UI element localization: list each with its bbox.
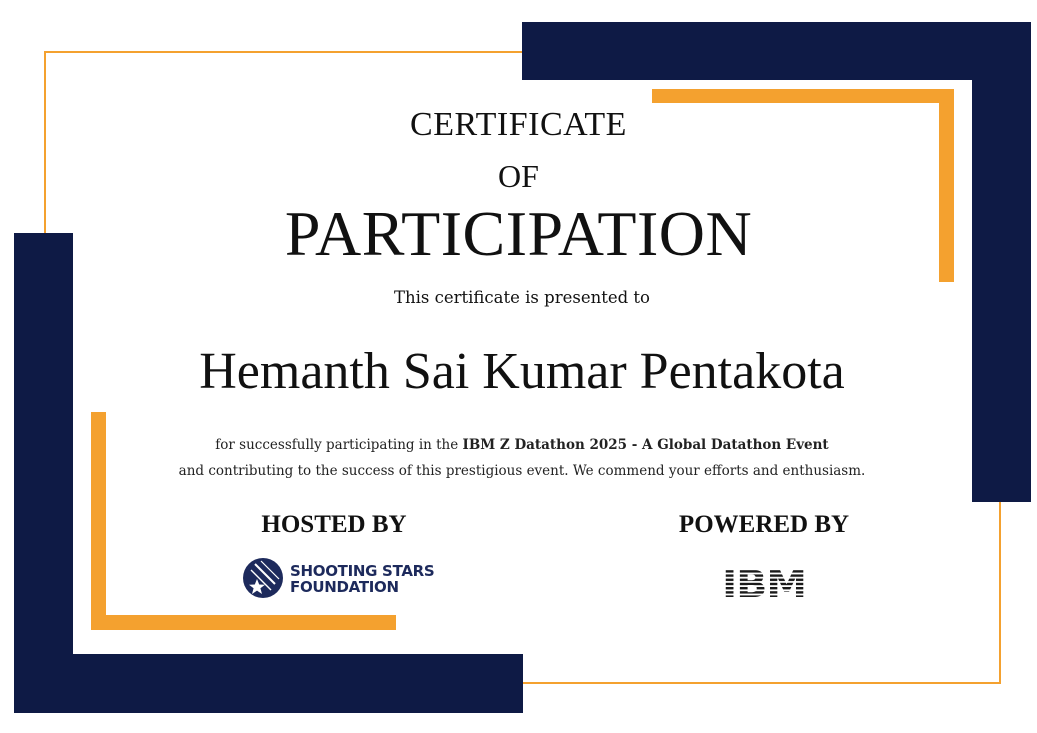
description-line-2: and contributing to the success of this … — [178, 463, 866, 479]
title-line-certificate: CERTIFICATE — [410, 106, 627, 143]
ibm-logo-text: IBM — [722, 566, 806, 602]
description-prefix: for successfully participating in the — [215, 437, 463, 453]
event-name: IBM Z Datathon 2025 - A Global Datathon … — [462, 437, 829, 453]
hosted-org-name: SHOOTING STARS FOUNDATION — [290, 562, 435, 596]
powered-by-label: POWERED BY — [678, 511, 850, 538]
hosted-org-line-2: FOUNDATION — [290, 578, 399, 596]
title-line-participation: PARTICIPATION — [284, 198, 753, 269]
title-line-of: OF — [498, 158, 539, 194]
orange-corner-bottom-horizontal — [91, 615, 396, 630]
hosted-by-label: HOSTED BY — [261, 511, 407, 538]
ibm-logo: IBM — [722, 566, 807, 602]
presented-text: This certificate is presented to — [394, 288, 650, 307]
certificate-description: for successfully participating in the IB… — [0, 432, 1037, 484]
description-line-1: for successfully participating in the IB… — [0, 432, 1037, 458]
hosted-org-line-1: SHOOTING STARS — [290, 562, 435, 580]
recipient-name: Hemanth Sai Kumar Pentakota — [199, 343, 845, 400]
orange-corner-top-horizontal — [652, 89, 954, 103]
certificate-title: CERTIFICATE OF PARTICIPATION — [0, 102, 1037, 269]
